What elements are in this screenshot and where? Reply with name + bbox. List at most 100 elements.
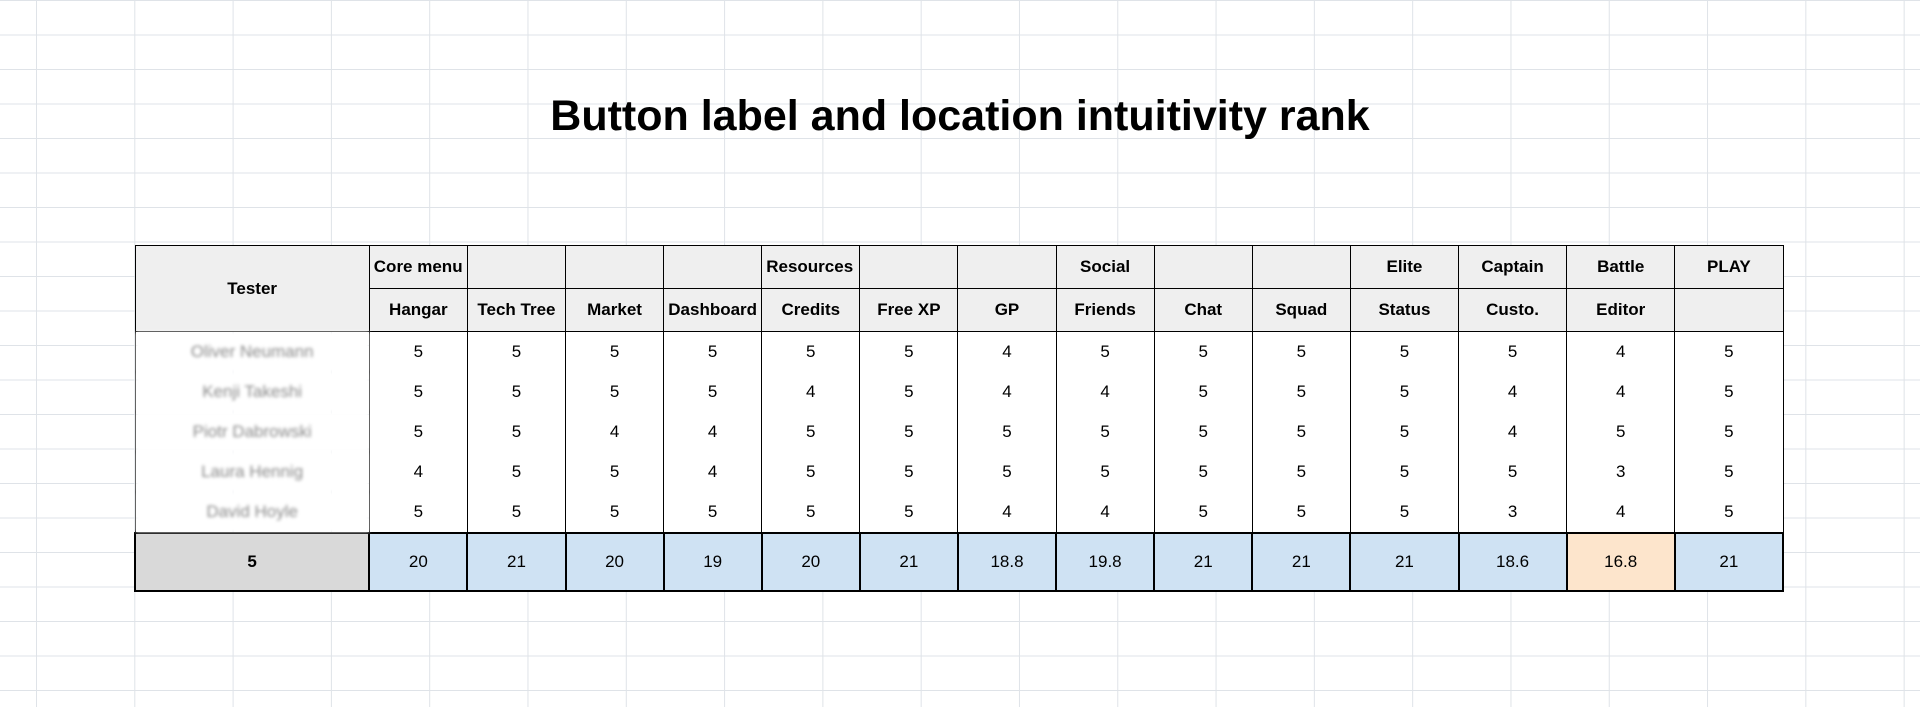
tester-count-cell[interactable]: 5 (133, 532, 371, 592)
total-cell[interactable]: 21 (466, 532, 567, 592)
score-cell[interactable]: 5 (466, 372, 567, 412)
total-cell[interactable]: 18.6 (1457, 532, 1568, 592)
score-cell[interactable]: 5 (859, 412, 959, 452)
total-cell[interactable]: 19 (662, 532, 763, 592)
score-cell[interactable]: 5 (1055, 412, 1155, 452)
group-header-captain[interactable]: Captain (1457, 245, 1568, 289)
column-header[interactable]: Custo. (1457, 288, 1568, 332)
score-cell[interactable]: 5 (859, 372, 959, 412)
score-cell[interactable]: 5 (1055, 331, 1155, 372)
tester-name-cell[interactable]: David Hoyle (134, 492, 370, 533)
score-cell[interactable]: 5 (957, 452, 1057, 492)
score-cell[interactable]: 4 (1055, 372, 1155, 412)
score-cell[interactable]: 5 (1153, 492, 1253, 533)
score-cell[interactable]: 5 (466, 452, 567, 492)
tester-name-cell[interactable]: Laura Hennig (134, 452, 370, 492)
score-cell[interactable]: 3 (1566, 452, 1676, 492)
score-cell[interactable]: 5 (1153, 412, 1253, 452)
score-cell[interactable]: 5 (761, 412, 861, 452)
score-cell[interactable]: 5 (1349, 331, 1460, 372)
score-cell[interactable]: 5 (466, 331, 567, 372)
score-cell[interactable]: 5 (1251, 492, 1351, 533)
column-header[interactable]: Status (1349, 288, 1460, 332)
group-header-empty[interactable] (663, 245, 763, 289)
total-cell-lowest[interactable]: 16.8 (1565, 532, 1676, 592)
column-header[interactable]: Free XP (859, 288, 959, 332)
column-header[interactable] (1674, 288, 1784, 332)
group-header-play[interactable]: PLAY (1674, 245, 1784, 289)
total-cell[interactable]: 21 (1251, 532, 1352, 592)
group-header-empty[interactable] (1153, 245, 1253, 289)
column-header[interactable]: Tech Tree (466, 288, 567, 332)
tester-name-cell[interactable]: Piotr Dabrowski (134, 412, 370, 452)
score-cell[interactable]: 5 (368, 372, 468, 412)
score-cell[interactable]: 5 (1674, 452, 1784, 492)
column-header[interactable]: Editor (1566, 288, 1676, 332)
score-cell[interactable]: 4 (957, 492, 1057, 533)
score-cell[interactable]: 4 (957, 372, 1057, 412)
score-cell[interactable]: 5 (466, 492, 567, 533)
score-cell[interactable]: 5 (1674, 331, 1784, 372)
score-cell[interactable]: 4 (368, 452, 468, 492)
score-cell[interactable]: 5 (466, 412, 567, 452)
column-header[interactable]: Squad (1251, 288, 1351, 332)
score-cell[interactable]: 4 (1566, 492, 1676, 533)
group-header-social[interactable]: Social (1055, 245, 1155, 289)
group-header-battle[interactable]: Battle (1566, 245, 1676, 289)
score-cell[interactable]: 4 (957, 331, 1057, 372)
score-cell[interactable]: 4 (1566, 372, 1676, 412)
score-cell[interactable]: 5 (761, 492, 861, 533)
score-cell[interactable]: 4 (1055, 492, 1155, 533)
score-cell[interactable]: 5 (1457, 452, 1568, 492)
score-cell[interactable]: 5 (1349, 412, 1460, 452)
score-cell[interactable]: 5 (1251, 372, 1351, 412)
score-cell[interactable]: 5 (761, 331, 861, 372)
total-cell[interactable]: 20 (368, 532, 469, 592)
score-cell[interactable]: 5 (1251, 452, 1351, 492)
column-header[interactable]: Market (564, 288, 665, 332)
score-cell[interactable]: 5 (957, 412, 1057, 452)
total-cell[interactable]: 20 (760, 532, 861, 592)
score-cell[interactable]: 4 (1566, 331, 1676, 372)
score-cell[interactable]: 5 (564, 452, 665, 492)
column-header[interactable]: Hangar (368, 288, 468, 332)
score-cell[interactable]: 5 (564, 372, 665, 412)
tester-header[interactable]: Tester (134, 245, 370, 332)
total-cell[interactable]: 21 (1153, 532, 1254, 592)
score-cell[interactable]: 5 (564, 331, 665, 372)
total-cell[interactable]: 18.8 (956, 532, 1058, 592)
group-header-empty[interactable] (859, 245, 959, 289)
score-cell[interactable]: 5 (1349, 492, 1460, 533)
total-cell[interactable]: 21 (1673, 532, 1785, 592)
score-cell[interactable]: 5 (368, 492, 468, 533)
score-cell[interactable]: 5 (859, 452, 959, 492)
score-cell[interactable]: 5 (1457, 331, 1568, 372)
score-cell[interactable]: 5 (761, 452, 861, 492)
score-cell[interactable]: 5 (564, 492, 665, 533)
score-cell[interactable]: 5 (1674, 492, 1784, 533)
score-cell[interactable]: 5 (1349, 372, 1460, 412)
group-header-elite[interactable]: Elite (1349, 245, 1460, 289)
total-cell[interactable]: 19.8 (1055, 532, 1156, 592)
group-header-empty[interactable] (1251, 245, 1351, 289)
total-cell[interactable]: 21 (1349, 532, 1460, 592)
column-header[interactable]: Dashboard (663, 288, 763, 332)
column-header[interactable]: Friends (1055, 288, 1155, 332)
score-cell[interactable]: 5 (1349, 452, 1460, 492)
score-cell[interactable]: 5 (663, 372, 763, 412)
total-cell[interactable]: 20 (564, 532, 665, 592)
score-cell[interactable]: 5 (1153, 452, 1253, 492)
score-cell[interactable]: 4 (1457, 372, 1568, 412)
group-header-empty[interactable] (957, 245, 1057, 289)
group-header-resources[interactable]: Resources (761, 245, 861, 289)
column-header[interactable]: Chat (1153, 288, 1253, 332)
score-cell[interactable]: 5 (1674, 372, 1784, 412)
score-cell[interactable]: 5 (1566, 412, 1676, 452)
group-header-core-menu[interactable]: Core menu (368, 245, 468, 289)
score-cell[interactable]: 4 (564, 412, 665, 452)
score-cell[interactable]: 5 (368, 331, 468, 372)
score-cell[interactable]: 4 (663, 452, 763, 492)
score-cell[interactable]: 4 (1457, 412, 1568, 452)
score-cell[interactable]: 5 (859, 492, 959, 533)
tester-name-cell[interactable]: Oliver Neumann (134, 331, 370, 372)
